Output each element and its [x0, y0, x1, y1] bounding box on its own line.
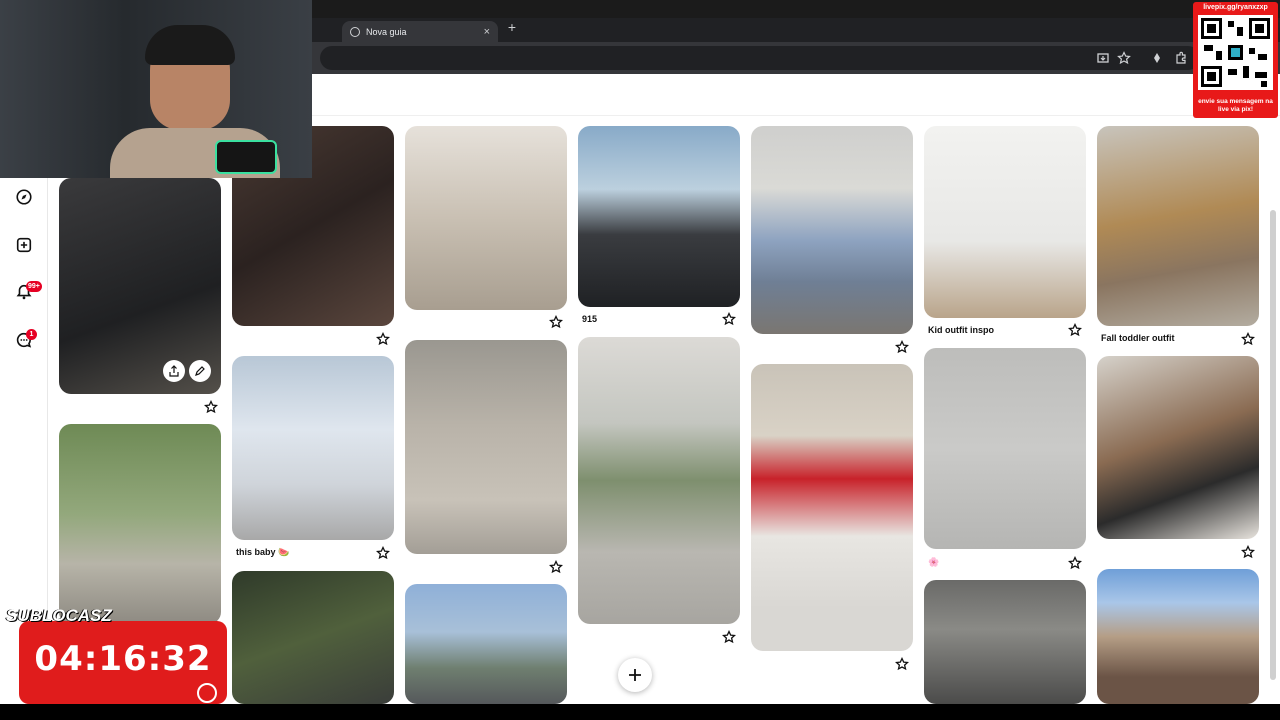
save-star-icon[interactable] — [894, 339, 910, 354]
pin-photo — [405, 340, 567, 554]
bookmark-star-icon[interactable] — [1117, 51, 1131, 65]
messages-badge: 1 — [26, 329, 37, 340]
pin-image[interactable] — [578, 126, 740, 307]
pin-image[interactable] — [578, 337, 740, 624]
save-star-icon[interactable] — [894, 656, 910, 671]
skull-icon — [197, 683, 217, 703]
tab-close-icon[interactable]: × — [484, 26, 490, 38]
qr-code — [1198, 15, 1273, 90]
pin-image[interactable] — [405, 584, 567, 704]
notifications-badge: 99+ — [26, 281, 42, 292]
tab-nova-guia[interactable]: Nova guia × — [342, 21, 498, 42]
pin-image[interactable] — [751, 126, 913, 334]
pin-photo — [59, 424, 221, 624]
microphone — [215, 140, 277, 174]
new-tab-button[interactable]: + — [505, 19, 519, 35]
save-star-icon[interactable] — [721, 311, 737, 326]
pin-photo — [1097, 569, 1259, 704]
pix-qr-overlay: livepix.gg/ryanxzxp envie sua mensagem n… — [1193, 2, 1278, 118]
pin-title: 🌸 — [928, 557, 940, 567]
create-floating-button[interactable] — [618, 658, 652, 692]
pin-photo — [578, 126, 740, 307]
pin-photo — [232, 356, 394, 540]
pin-photo — [1097, 356, 1259, 539]
pin-image[interactable] — [59, 424, 221, 624]
pin-image[interactable] — [1097, 126, 1259, 326]
pin-image[interactable] — [924, 580, 1086, 704]
puzzle-extensions-icon[interactable] — [1174, 51, 1188, 65]
save-star-icon[interactable] — [548, 314, 564, 329]
pin-image[interactable] — [405, 126, 567, 310]
pin-photo — [232, 571, 394, 704]
create-pin-icon[interactable] — [14, 235, 34, 255]
timer-label: SUBLOCASZ — [6, 606, 112, 625]
address-bar[interactable] — [320, 46, 1200, 70]
qr-pattern-icon — [1201, 18, 1270, 87]
qr-url: livepix.gg/ryanxzxp — [1203, 4, 1268, 11]
save-star-icon[interactable] — [203, 399, 219, 414]
pin-photo — [405, 584, 567, 704]
bottom-black-bar — [0, 704, 1280, 720]
pin-image[interactable] — [59, 178, 221, 394]
pin-photo — [751, 364, 913, 651]
globe-icon — [350, 26, 360, 37]
pin-title: Kid outfit inspo — [928, 325, 994, 335]
plus-icon — [629, 669, 641, 681]
pencil-icon — [195, 366, 205, 376]
pin-image[interactable] — [751, 364, 913, 651]
share-button[interactable] — [163, 360, 185, 382]
pin-title: this baby 🍉 — [236, 547, 290, 557]
save-star-icon[interactable] — [1067, 322, 1083, 337]
page-scrollbar[interactable] — [1270, 210, 1276, 680]
save-star-icon[interactable] — [548, 559, 564, 574]
save-star-icon[interactable] — [375, 545, 391, 560]
pin-title: 915 — [582, 314, 598, 324]
pin-image[interactable] — [1097, 569, 1259, 704]
pin-image[interactable] — [1097, 356, 1259, 539]
save-star-icon[interactable] — [1240, 331, 1256, 346]
tab-title: Nova guia — [366, 26, 407, 37]
pin-image[interactable] — [232, 571, 394, 704]
extension-icon[interactable] — [1150, 51, 1164, 65]
share-icon — [169, 365, 179, 377]
pin-image[interactable] — [232, 356, 394, 540]
pin-photo — [751, 126, 913, 334]
streamer-hair — [145, 25, 235, 65]
timer-overlay: 04:16:32 — [19, 621, 227, 704]
pin-title: Fall toddler outfit — [1101, 333, 1175, 343]
qr-message: envie sua mensagem na live via pix! — [1198, 98, 1273, 113]
explore-compass-icon[interactable] — [14, 187, 34, 207]
save-star-icon[interactable] — [1240, 544, 1256, 559]
pin-photo — [405, 126, 567, 310]
pin-photo — [924, 126, 1086, 318]
pin-photo — [578, 337, 740, 624]
install-app-icon[interactable] — [1096, 51, 1110, 65]
save-star-icon[interactable] — [721, 629, 737, 644]
pin-photo — [924, 348, 1086, 549]
save-star-icon[interactable] — [375, 331, 391, 346]
pin-photo — [924, 580, 1086, 704]
pin-photo — [1097, 126, 1259, 326]
pin-image[interactable] — [924, 348, 1086, 549]
pin-image[interactable] — [405, 340, 567, 554]
timer-value: 04:16:32 — [34, 639, 212, 679]
save-star-icon[interactable] — [1067, 555, 1083, 570]
webcam-overlay — [0, 0, 312, 178]
pin-image[interactable] — [924, 126, 1086, 318]
edit-button[interactable] — [189, 360, 211, 382]
